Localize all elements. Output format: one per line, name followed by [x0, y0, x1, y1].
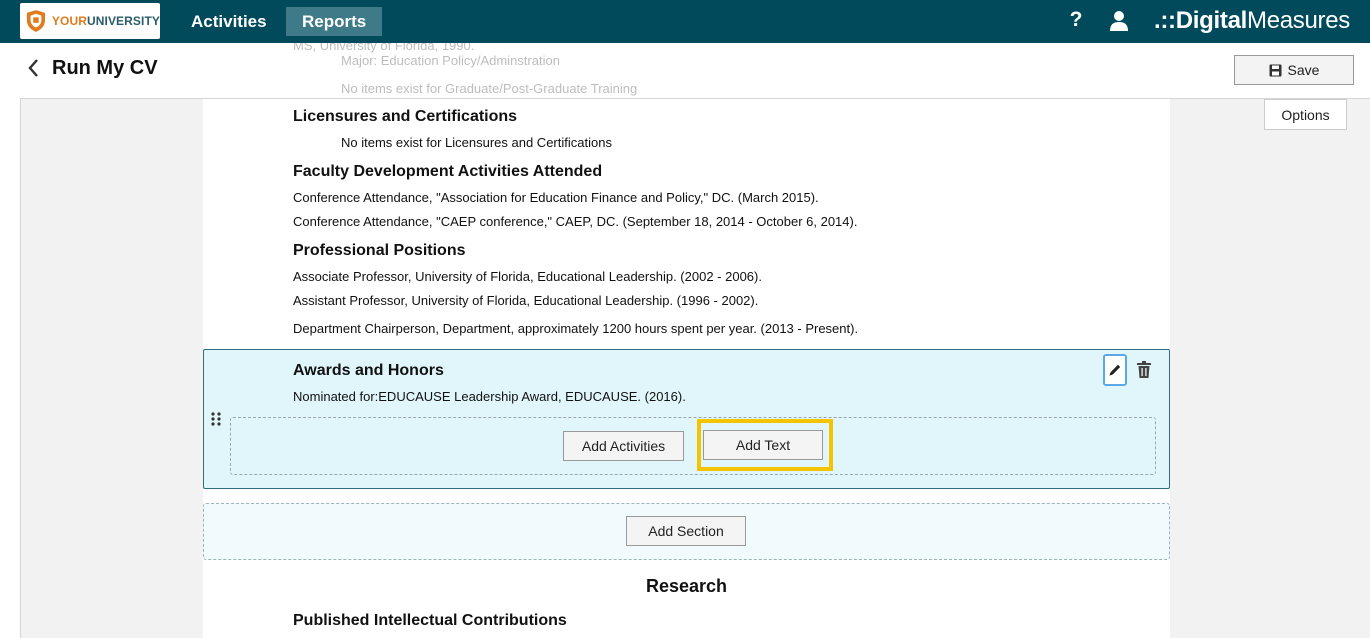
back-chevron-icon[interactable] — [26, 57, 40, 79]
section-title-licensures: Licensures and Certifications — [293, 108, 518, 125]
list-item: Conference Attendance, "Association for … — [293, 190, 819, 205]
section-title-faculty-development: Faculty Development Activities Attended — [293, 163, 603, 180]
logo-text: YOURUNIVERSITY — [51, 14, 160, 28]
edit-section-button[interactable] — [1103, 354, 1127, 386]
help-icon[interactable]: ? — [1066, 8, 1086, 32]
ghost-line: Major: Education Policy/Adminstration — [341, 53, 560, 68]
add-text-button[interactable]: Add Text — [703, 430, 823, 460]
list-item: Department Chairperson, Department, appr… — [293, 321, 859, 336]
section-heading-research: Research — [645, 576, 728, 596]
ghost-line: No items exist for Graduate/Post-Graduat… — [341, 81, 638, 96]
add-section-button[interactable]: Add Section — [626, 516, 746, 546]
add-content-dropzone — [230, 417, 1156, 475]
options-button[interactable]: Options — [1264, 99, 1347, 130]
list-item: Assistant Professor, University of Flori… — [293, 293, 759, 308]
floppy-disk-icon — [1269, 64, 1282, 76]
list-item: Nominated for:EDUCAUSE Leadership Award,… — [293, 389, 686, 404]
section-title-professional-positions: Professional Positions — [293, 242, 466, 259]
university-logo[interactable]: YOURUNIVERSITY — [20, 3, 160, 39]
save-button-label: Save — [1287, 62, 1320, 78]
section-title-published-contributions: Published Intellectual Contributions — [293, 612, 567, 629]
ghost-line: MS, University of Florida, 1990. — [293, 43, 475, 53]
trash-icon[interactable] — [1136, 361, 1152, 378]
nav-reports[interactable]: Reports — [286, 7, 383, 36]
add-activities-button[interactable]: Add Activities — [563, 431, 684, 461]
drag-handle-icon[interactable] — [210, 411, 222, 427]
page-header: MS, University of Florida, 1990. Major: … — [0, 43, 1370, 98]
list-item: Associate Professor, University of Flori… — [293, 269, 762, 284]
list-item: Conference Attendance, "CAEP conference,… — [293, 214, 858, 229]
pencil-icon — [1109, 364, 1121, 376]
shield-logo-icon — [26, 10, 46, 32]
user-icon[interactable] — [1110, 11, 1128, 31]
empty-message: No items exist for Licensures and Certif… — [341, 135, 612, 150]
digital-measures-brand: .::DigitalMeasures — [1154, 7, 1350, 34]
save-button[interactable]: Save — [1234, 55, 1354, 85]
page-title: Run My CV — [52, 57, 158, 79]
nav-activities[interactable]: Activities — [175, 7, 283, 36]
top-navigation-bar: YOURUNIVERSITY Activities Reports ? .::D… — [0, 0, 1370, 43]
section-title-awards: Awards and Honors — [293, 362, 444, 379]
